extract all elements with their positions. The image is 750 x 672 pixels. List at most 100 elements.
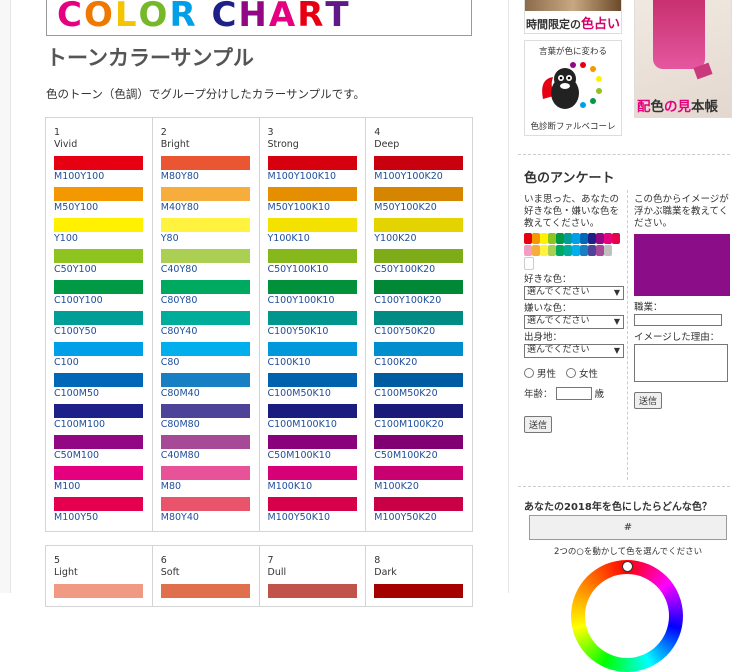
palette-color-chip[interactable] [588,245,596,256]
palette-color-chip[interactable] [532,245,540,256]
color-swatch[interactable]: C80M40 [160,373,251,400]
color-swatch[interactable]: M100Y50K20 [374,497,464,524]
color-swatch[interactable]: C50Y100K10 [267,249,358,276]
color-swatch[interactable]: C100Y50K20 [374,311,464,338]
color-swatch[interactable]: M100Y100K10 [267,156,358,183]
palette-color-chip[interactable] [524,233,532,244]
color2018-value-field[interactable]: # [529,515,727,540]
color-swatch[interactable]: Y100 [54,218,144,245]
color-swatch[interactable]: C40Y80 [160,249,251,276]
tone-header: 6 Soft [161,555,180,579]
color-swatch[interactable]: M50Y100K10 [267,187,358,214]
palette-color-chip[interactable] [612,233,620,244]
color-swatch[interactable]: C80Y40 [160,311,251,338]
color-swatch[interactable]: C100K20 [374,342,464,369]
palette-color-chip[interactable] [548,233,556,244]
palette-color-chip[interactable] [580,233,588,244]
swatch-color-bar [374,373,464,387]
palette-color-chip[interactable] [524,257,534,270]
reason-textarea[interactable] [634,344,728,382]
palette-color-chip[interactable] [556,233,564,244]
swatch-label: C100M100 [54,419,106,430]
birthplace-select[interactable]: 選んでください ▼ [524,344,624,358]
dislikes-select[interactable]: 選んでください ▼ [524,315,624,329]
color-swatch[interactable]: M100K20 [374,466,464,493]
color-swatch[interactable]: M100Y50K10 [267,497,358,524]
color-chart-banner[interactable]: COLOR CHART [46,0,472,36]
color-swatch[interactable]: M50Y100 [54,187,144,214]
color-swatch[interactable]: C100Y50 [54,311,144,338]
palette-color-chip[interactable] [596,245,604,256]
palette-color-chip[interactable] [532,233,540,244]
color-swatch[interactable]: Y100K10 [267,218,358,245]
color-wheel[interactable] [571,560,683,672]
swatch-color-bar [374,280,464,294]
color-swatch[interactable]: C100M50K20 [374,373,464,400]
palette-color-chip[interactable] [540,245,548,256]
likes-select[interactable]: 選んでください ▼ [524,286,624,300]
color-swatch[interactable]: C100 [54,342,144,369]
color-swatch[interactable] [54,584,144,598]
color-swatch[interactable]: C80Y80 [160,280,251,307]
color-book-ad[interactable]: 配色の見本帳 [634,0,732,118]
color-swatch[interactable] [160,584,251,598]
palette-color-chip[interactable] [588,233,596,244]
color-swatch[interactable]: M100Y100 [54,156,144,183]
color-swatch[interactable]: M80Y80 [160,156,251,183]
color-swatch[interactable]: Y100K20 [374,218,464,245]
color-swatch[interactable]: C100M100K20 [374,404,464,431]
male-radio[interactable] [524,368,534,378]
palette-color-chip[interactable] [564,245,572,256]
palette-color-chip[interactable] [524,245,532,256]
job-submit-button[interactable]: 送信 [634,392,663,409]
color-swatch[interactable]: M50Y100K20 [374,187,464,214]
color-swatch[interactable]: C40M80 [160,435,251,462]
color-swatch[interactable]: C50Y100 [54,249,144,276]
palette-color-chip[interactable] [580,245,588,256]
palette-color-chip[interactable] [564,233,572,244]
color-swatch[interactable]: C100Y100K10 [267,280,358,307]
palette-color-chip[interactable] [572,245,580,256]
color-swatch[interactable]: Y80 [160,218,251,245]
color-swatch[interactable]: C100K10 [267,342,358,369]
color-swatch[interactable]: C100Y50K10 [267,311,358,338]
color-swatch[interactable]: M80 [160,466,251,493]
color-swatch[interactable]: M100Y50 [54,497,144,524]
palette-color-chip[interactable] [556,245,564,256]
palette-color-chip[interactable] [604,245,612,256]
color-swatch[interactable]: M100K10 [267,466,358,493]
survey-submit-button[interactable]: 送信 [524,416,553,433]
color-wheel-center [585,574,669,658]
color-swatch[interactable]: C100Y100 [54,280,144,307]
color-swatch[interactable]: C100Y100K20 [374,280,464,307]
color-swatch[interactable] [374,584,464,598]
color-swatch[interactable]: C50Y100K20 [374,249,464,276]
color-swatch[interactable]: C80M80 [160,404,251,431]
color-swatch[interactable]: C100M100K10 [267,404,358,431]
color-swatch[interactable]: C100M100 [54,404,144,431]
color-swatch[interactable]: C100M50 [54,373,144,400]
color-swatch[interactable]: C50M100K20 [374,435,464,462]
color-diagnosis-ad[interactable]: 言葉が色に変わる 色診断ファルベコーレ [524,40,622,136]
color-swatch[interactable]: C100M50K10 [267,373,358,400]
palette-color-chip[interactable] [548,245,556,256]
palette-color-chip[interactable] [540,233,548,244]
female-radio[interactable] [566,368,577,378]
fortune-ad[interactable]: 時間限定の色占い [524,0,622,34]
color-swatch[interactable]: C50M100 [54,435,144,462]
color-palette[interactable] [524,233,620,271]
palette-color-chip[interactable] [572,233,580,244]
color-swatch[interactable]: M100 [54,466,144,493]
color-swatch[interactable]: M40Y80 [160,187,251,214]
palette-color-chip[interactable] [596,233,604,244]
color-swatch[interactable]: M80Y40 [160,497,251,524]
palette-color-chip[interactable] [604,233,612,244]
job-input[interactable] [634,314,722,326]
color-swatch[interactable] [267,584,358,598]
color-wheel-handle[interactable] [622,561,633,572]
color-swatch[interactable]: M100Y100K20 [374,156,464,183]
color-swatch[interactable]: C80 [160,342,251,369]
age-input[interactable] [555,386,592,400]
color-swatch[interactable]: C50M100K10 [267,435,358,462]
swatch-color-bar [374,187,464,201]
